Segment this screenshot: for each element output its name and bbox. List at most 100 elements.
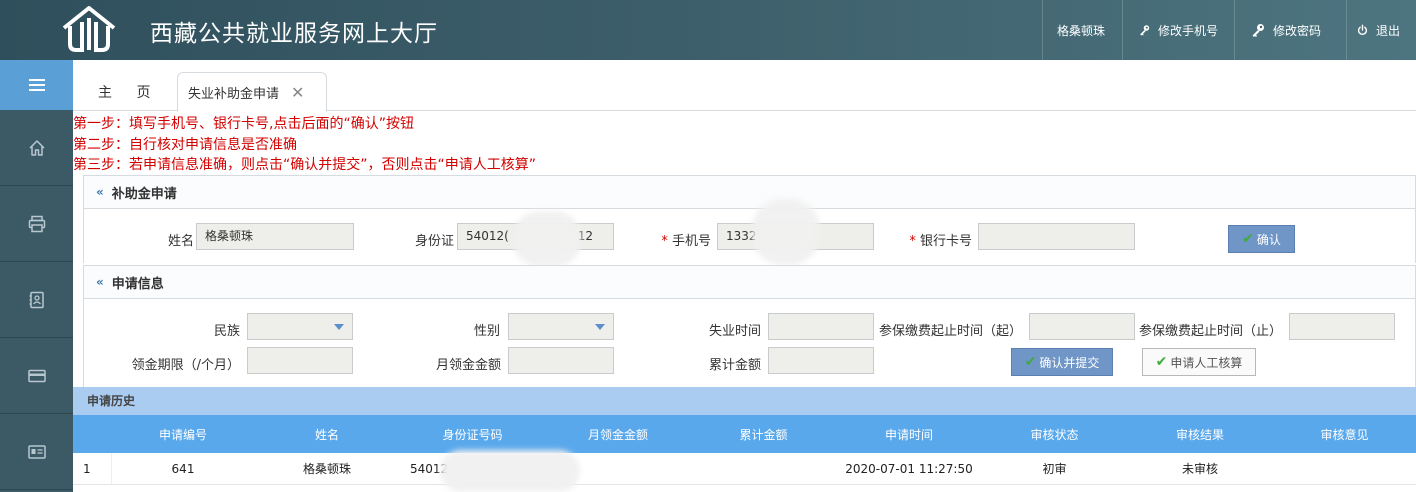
- info-panel-title: 申请信息: [111, 276, 164, 292]
- site-title: 西藏公共就业服务网上大厅: [150, 21, 438, 47]
- change-phone-label: 修改手机号: [1157, 23, 1218, 38]
- insurance-end-label: 参保缴费起止时间（止）: [1138, 324, 1282, 339]
- table-cell-time: 2020-07-01 11:27:50: [845, 461, 973, 476]
- bank-card-label-text: 银行卡号: [919, 234, 972, 249]
- sidebar-item-id-card[interactable]: [0, 414, 73, 490]
- table-header-cell: 月领金金额: [587, 427, 648, 442]
- subsidy-panel-header: « 补助金申请: [83, 175, 1416, 209]
- duration-label: 领金期限（/个月）: [131, 358, 240, 373]
- close-icon[interactable]: ✕: [291, 83, 304, 102]
- id-card-icon: [27, 444, 46, 459]
- sidebar-item-home[interactable]: [0, 110, 73, 186]
- power-icon: [1357, 24, 1368, 36]
- table-cell-total: [691, 453, 836, 484]
- id-label: 身份证: [414, 234, 454, 249]
- logout-label: 退出: [1375, 23, 1400, 38]
- unemployment-time-label: 失业时间: [708, 324, 761, 339]
- sidebar-item-card[interactable]: [0, 338, 73, 414]
- monthly-amount-label: 月领金金额: [435, 358, 501, 373]
- table-header-cell: 审核结果: [1175, 427, 1224, 442]
- info-panel-header: « 申请信息: [83, 265, 1416, 299]
- table-header-cell: 审核意见: [1320, 427, 1369, 442]
- total-amount-field[interactable]: [768, 347, 874, 374]
- contact-book-icon: [29, 291, 44, 308]
- instruction-steps: 第一步：填写手机号、银行卡号,点击后面的“确认”按钮 第二步：自行核对申请信息是…: [73, 114, 536, 176]
- dropdown-arrow-icon: [334, 324, 344, 330]
- subsidy-panel-title: 补助金申请: [111, 186, 177, 202]
- required-mark: *: [909, 234, 916, 249]
- checkmark-icon: ✔: [1155, 354, 1168, 370]
- name-label: 姓名: [167, 234, 194, 249]
- user-name-link[interactable]: 格桑顿珠: [1042, 0, 1122, 60]
- tab-bar: 主 页 失业补助金申请 ✕: [73, 60, 1416, 112]
- credit-card-icon: [27, 369, 46, 382]
- row-index: 1: [73, 453, 112, 484]
- phone-label: * 手机号: [657, 230, 711, 249]
- history-title: 申请历史: [73, 387, 1416, 415]
- key-icon: [1140, 25, 1150, 36]
- checkmark-icon: ✔: [1242, 231, 1254, 247]
- hamburger-menu-icon: [28, 79, 45, 91]
- tab-home[interactable]: 主 页: [98, 82, 160, 102]
- step-2: 第二步：自行核对申请信息是否准确: [73, 136, 297, 153]
- sidebar-item-print[interactable]: [0, 186, 73, 262]
- sidebar: [0, 60, 73, 492]
- sidebar-toggle-button[interactable]: [0, 60, 73, 110]
- gender-label: 性别: [473, 324, 500, 339]
- checkmark-icon: ✔: [1024, 354, 1037, 370]
- monthly-amount-field[interactable]: [508, 347, 614, 374]
- subsidy-panel-body: 姓名 格桑顿珠 身份证 54012( 12 * 手机号 1332 * 银行卡号 …: [83, 199, 1416, 267]
- confirm-button[interactable]: ✔ 确认: [1228, 225, 1295, 253]
- manual-review-button[interactable]: ✔ 申请人工核算: [1142, 348, 1256, 376]
- ethnicity-label: 民族: [213, 324, 240, 339]
- gender-select[interactable]: [508, 313, 614, 340]
- table-header-cell: 姓名: [314, 427, 339, 442]
- phone-label-text: 手机号: [671, 234, 711, 249]
- bank-card-label: * 银行卡号: [902, 230, 972, 249]
- table-cell-result: 未审核: [1181, 462, 1218, 476]
- confirm-button-label: 确认: [1256, 232, 1281, 247]
- confirm-submit-label: 确认并提交: [1039, 355, 1100, 370]
- duration-field[interactable]: [247, 347, 353, 374]
- name-field[interactable]: 格桑顿珠: [196, 223, 354, 250]
- table-row[interactable]: 1 641 格桑顿珠 54012 2020-07-01 11:27:50 初审 …: [73, 453, 1416, 485]
- table-header-cell: 申请编号: [158, 427, 207, 442]
- table-header-cell: 累计金额: [739, 427, 788, 442]
- redaction-blur: [752, 199, 820, 265]
- id-value-start: 54012(: [466, 229, 509, 243]
- unemployment-time-field[interactable]: [768, 313, 874, 340]
- insurance-start-label: 参保缴费起止时间（起）: [878, 324, 1022, 339]
- tab-label: 失业补助金申请: [188, 86, 280, 102]
- table-header-cell: 审核状态: [1030, 427, 1079, 442]
- sidebar-item-contacts[interactable]: [0, 262, 73, 338]
- change-phone-button[interactable]: 修改手机号: [1122, 0, 1234, 60]
- table-header-cell: 申请时间: [884, 427, 933, 442]
- key-icon: [1252, 24, 1264, 37]
- tab-unemployment-subsidy[interactable]: 失业补助金申请 ✕: [177, 72, 327, 112]
- insurance-end-field[interactable]: [1289, 313, 1395, 340]
- step-1: 第一步：填写手机号、银行卡号,点击后面的“确认”按钮: [73, 116, 414, 132]
- table-header-cell: 身份证号码: [442, 427, 503, 442]
- step-3: 第三步：若申请信息准确，则点击“确认并提交”，否则点击“申请人工核算”: [73, 157, 537, 173]
- table-header-index: [73, 415, 112, 453]
- required-mark: *: [661, 234, 668, 249]
- confirm-submit-button[interactable]: ✔ 确认并提交: [1011, 348, 1113, 376]
- bank-card-input[interactable]: [978, 223, 1135, 250]
- insurance-start-field[interactable]: [1029, 313, 1135, 340]
- top-header: 西藏公共就业服务网上大厅 格桑顿珠 修改手机号 修改密码 退出: [0, 0, 1416, 60]
- change-password-button[interactable]: 修改密码: [1234, 0, 1346, 60]
- info-panel-body: 民族 性别 失业时间 参保缴费起止时间（起） 参保缴费起止时间（止） 领金期限（…: [83, 299, 1416, 387]
- manual-review-label: 申请人工核算: [1170, 355, 1243, 370]
- table-cell-name: 格桑顿珠: [302, 462, 351, 476]
- house-logo-icon: [62, 6, 116, 52]
- double-chevron-icon: «: [96, 275, 104, 289]
- logout-button[interactable]: 退出: [1346, 0, 1416, 60]
- table-cell-number: 641: [171, 461, 195, 476]
- home-icon: [28, 139, 45, 156]
- total-amount-label: 累计金额: [708, 358, 761, 373]
- ethnicity-select[interactable]: [247, 313, 353, 340]
- double-chevron-icon: «: [96, 185, 104, 199]
- printer-icon: [28, 215, 45, 232]
- header-menu: 格桑顿珠 修改手机号 修改密码 退出: [1042, 0, 1416, 60]
- dropdown-arrow-icon: [595, 324, 605, 330]
